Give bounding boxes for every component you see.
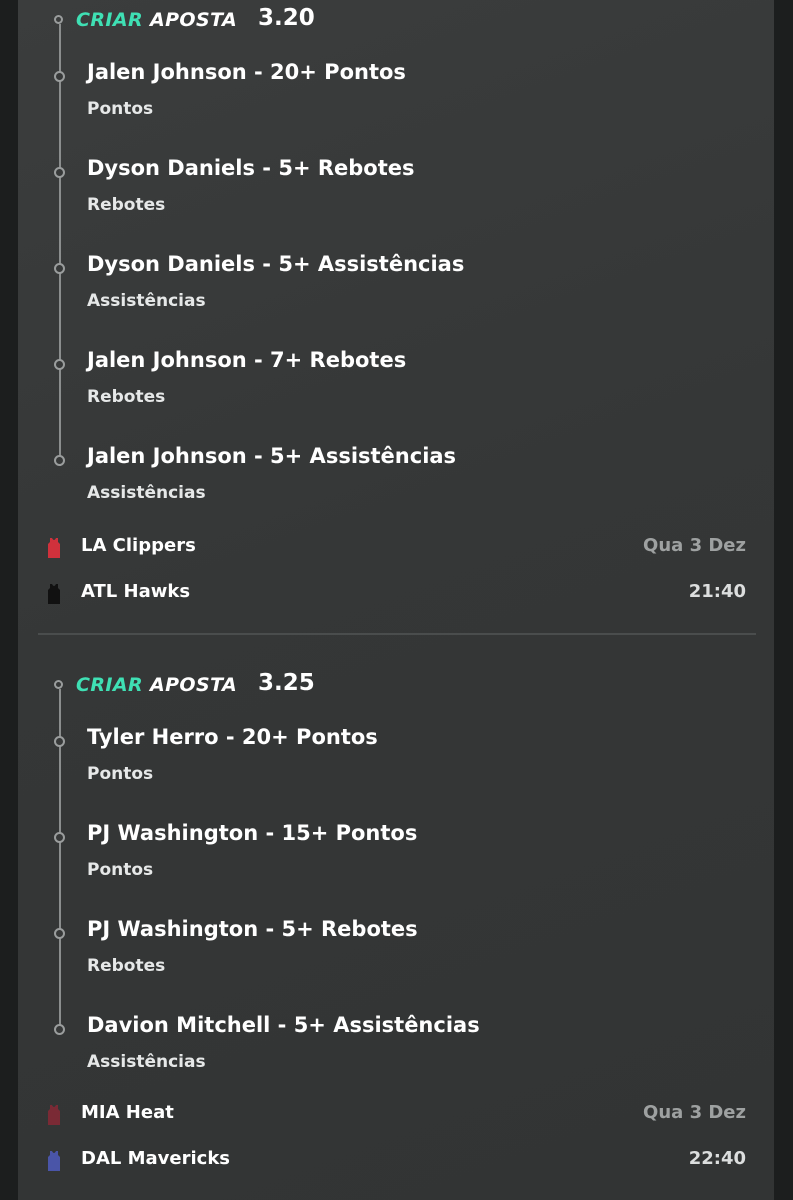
home-team-name: LA Clippers bbox=[81, 535, 196, 556]
leg-market: Rebotes bbox=[87, 956, 166, 976]
away-team-name: ATL Hawks bbox=[81, 581, 191, 602]
timeline-node-icon bbox=[54, 263, 65, 274]
leg-title: Dyson Daniels - 5+ Assistências bbox=[87, 252, 465, 276]
leg-market: Pontos bbox=[87, 99, 154, 119]
jersey-icon bbox=[48, 1105, 60, 1125]
match-date: Qua 3 Dez bbox=[643, 535, 746, 556]
home-team-name: MIA Heat bbox=[81, 1102, 174, 1123]
leg-title: Jalen Johnson - 5+ Assistências bbox=[87, 444, 457, 468]
bet-leg[interactable]: Jalen Johnson - 5+ Assistências Assistên… bbox=[0, 444, 793, 506]
timeline-start-icon bbox=[54, 15, 63, 24]
leg-title: PJ Washington - 5+ Rebotes bbox=[87, 917, 418, 941]
leg-market: Pontos bbox=[87, 764, 154, 784]
leg-market: Assistências bbox=[87, 483, 206, 503]
app-background: CRIAR APOSTA 3.20 Jalen Johnson - 20+ Po… bbox=[0, 0, 793, 1200]
leg-market: Assistências bbox=[87, 1052, 206, 1072]
bet-leg[interactable]: Tyler Herro - 20+ Pontos Pontos bbox=[0, 725, 793, 787]
leg-title: Jalen Johnson - 20+ Pontos bbox=[87, 60, 406, 84]
bet-leg[interactable]: Jalen Johnson - 20+ Pontos Pontos bbox=[0, 60, 793, 122]
leg-title: Jalen Johnson - 7+ Rebotes bbox=[87, 348, 407, 372]
timeline-node-icon bbox=[54, 928, 65, 939]
match-time: 21:40 bbox=[688, 581, 746, 602]
timeline-node-icon bbox=[54, 167, 65, 178]
match-away-row[interactable]: DAL Mavericks 22:40 bbox=[0, 1147, 793, 1177]
timeline-node-icon bbox=[54, 359, 65, 370]
leg-title: Davion Mitchell - 5+ Assistências bbox=[87, 1013, 480, 1037]
away-team-name: DAL Mavericks bbox=[81, 1148, 231, 1169]
leg-title: PJ Washington - 15+ Pontos bbox=[87, 821, 418, 845]
timeline-node-icon bbox=[54, 736, 65, 747]
leg-title: Tyler Herro - 20+ Pontos bbox=[87, 725, 378, 749]
timeline-node-icon bbox=[54, 832, 65, 843]
timeline-node-icon bbox=[54, 71, 65, 82]
create-bet-logo: CRIAR APOSTA bbox=[76, 9, 238, 31]
match-time: 22:40 bbox=[688, 1148, 746, 1169]
bet-leg[interactable]: Dyson Daniels - 5+ Assistências Assistên… bbox=[0, 252, 793, 314]
leg-market: Rebotes bbox=[87, 195, 166, 215]
match-date: Qua 3 Dez bbox=[643, 1102, 746, 1123]
bet-divider bbox=[38, 633, 756, 635]
jersey-icon bbox=[48, 584, 60, 604]
bet-odds: 3.20 bbox=[258, 5, 315, 31]
bet-leg[interactable]: PJ Washington - 5+ Rebotes Rebotes bbox=[0, 917, 793, 979]
bet-leg[interactable]: Jalen Johnson - 7+ Rebotes Rebotes bbox=[0, 348, 793, 410]
bet-leg[interactable]: Davion Mitchell - 5+ Assistências Assist… bbox=[0, 1013, 793, 1075]
leg-title: Dyson Daniels - 5+ Rebotes bbox=[87, 156, 415, 180]
match-home-row[interactable]: MIA Heat Qua 3 Dez bbox=[0, 1101, 793, 1131]
timeline-start-icon bbox=[54, 680, 63, 689]
jersey-icon bbox=[48, 538, 60, 558]
leg-market: Rebotes bbox=[87, 387, 166, 407]
bet-odds: 3.25 bbox=[258, 670, 315, 696]
timeline-node-icon bbox=[54, 1024, 65, 1035]
bet-leg[interactable]: Dyson Daniels - 5+ Rebotes Rebotes bbox=[0, 156, 793, 218]
create-bet-logo: CRIAR APOSTA bbox=[76, 674, 238, 696]
match-away-row[interactable]: ATL Hawks 21:40 bbox=[0, 580, 793, 610]
match-home-row[interactable]: LA Clippers Qua 3 Dez bbox=[0, 534, 793, 564]
leg-market: Assistências bbox=[87, 291, 206, 311]
jersey-icon bbox=[48, 1151, 60, 1171]
timeline-node-icon bbox=[54, 455, 65, 466]
leg-market: Pontos bbox=[87, 860, 154, 880]
bet-leg[interactable]: PJ Washington - 15+ Pontos Pontos bbox=[0, 821, 793, 883]
